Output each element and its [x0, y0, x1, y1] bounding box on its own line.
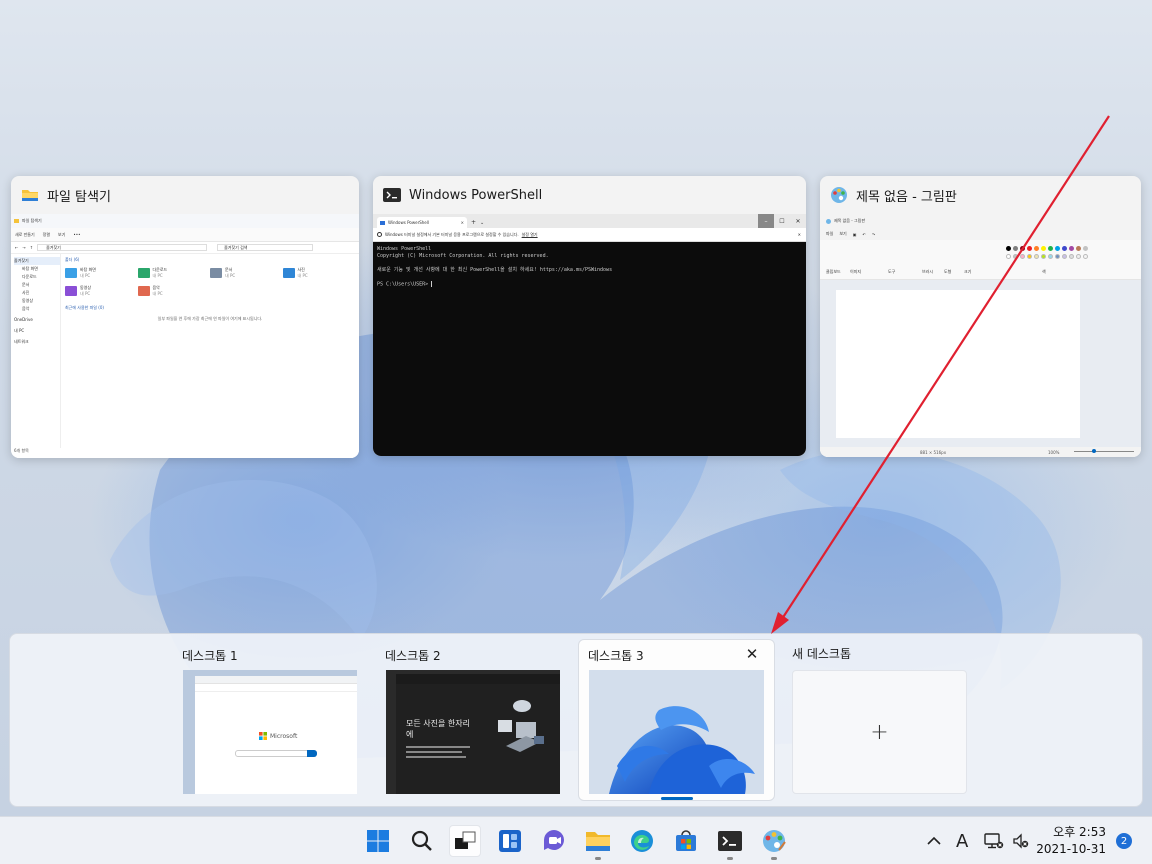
ime-indicator[interactable]: A — [956, 817, 968, 864]
store-bag-icon — [676, 830, 696, 851]
running-indicator — [595, 857, 601, 860]
terminal-button[interactable] — [714, 825, 746, 860]
search-icon — [411, 830, 432, 851]
chat-button[interactable] — [538, 825, 570, 857]
paint-button[interactable] — [758, 825, 790, 860]
edge-browser-icon — [631, 830, 653, 852]
task-view-button[interactable] — [449, 825, 481, 857]
running-indicator — [727, 857, 733, 860]
chevron-up-icon — [927, 836, 941, 845]
file-explorer-button[interactable] — [582, 825, 614, 860]
network-button[interactable] — [984, 817, 1004, 864]
notification-badge[interactable]: 2 — [1116, 833, 1132, 849]
paint-palette-icon — [763, 830, 786, 852]
start-button[interactable] — [362, 825, 394, 857]
folder-icon — [586, 832, 610, 851]
clock-date: 2021-10-31 — [1036, 842, 1106, 856]
running-indicator — [771, 857, 777, 860]
store-button[interactable] — [670, 825, 702, 857]
show-hidden-icons-button[interactable] — [926, 817, 942, 864]
clock-time: 오후 2:53 — [1053, 825, 1106, 839]
volume-button[interactable] — [1012, 817, 1030, 864]
speaker-muted-icon — [1013, 833, 1029, 849]
taskbar: A 오후 2:53 2021-10-31 2 — [0, 816, 1152, 864]
terminal-icon — [718, 831, 742, 851]
edge-button[interactable] — [626, 825, 658, 857]
teams-chat-icon — [544, 830, 564, 850]
annotation-arrow — [771, 115, 1110, 634]
network-disconnected-icon — [984, 833, 1004, 849]
task-view-icon — [455, 831, 476, 849]
clock[interactable]: 오후 2:53 2021-10-31 — [1036, 824, 1106, 858]
windows-logo-icon — [367, 830, 389, 852]
widgets-button[interactable] — [494, 825, 526, 857]
widgets-icon — [499, 830, 521, 852]
search-button[interactable] — [406, 825, 438, 857]
